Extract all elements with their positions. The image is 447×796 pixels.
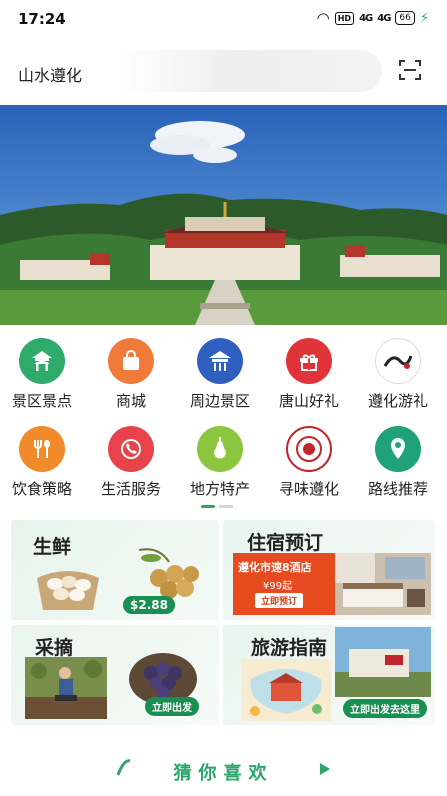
card-title: 住宿预订 xyxy=(247,532,324,554)
card-title: 采摘 xyxy=(35,637,74,659)
fruit-picking-card[interactable]: 采摘 立即出发 xyxy=(11,625,219,725)
xunwei-logo xyxy=(286,426,332,472)
grid-item-label: 周边景区 xyxy=(189,392,250,410)
guess-right-icon xyxy=(320,763,330,775)
grid-item-label: 生活服务 xyxy=(100,480,161,498)
banner-carousel[interactable] xyxy=(0,105,447,325)
card-title: 生鲜 xyxy=(33,536,72,558)
grid-item-local-specialties[interactable]: 地方特产 xyxy=(175,422,265,504)
battery-icon: 66 xyxy=(395,11,415,25)
search-bar[interactable]: 山水遵化 xyxy=(6,50,382,92)
fresh-price-tag: $2.88 xyxy=(123,596,175,614)
status-time: 17:24 xyxy=(18,10,66,28)
fork-spoon-icon xyxy=(19,426,65,472)
grid-item-label: 路线推荐 xyxy=(367,480,428,498)
travel-guide-card[interactable]: 旅游指南 立即出发去这里 xyxy=(223,625,435,725)
picking-person-image xyxy=(25,657,107,719)
signal-4g-2: 4G xyxy=(377,12,391,24)
page-dot-active xyxy=(201,505,215,508)
grid-item-taste-zunhua[interactable]: 寻味遵化 xyxy=(264,422,354,504)
category-grid: 景区景点 商城 周边景区 唐山好礼 遵化游礼 饮食策略 生活服务 地方特产 寻味… xyxy=(0,330,447,505)
guide-go-button[interactable]: 立即出发去这里 xyxy=(343,699,427,718)
search-location-text: 山水遵化 xyxy=(18,66,83,85)
guess-you-like-section: 猜你喜欢 xyxy=(0,745,447,796)
hotel-room-image xyxy=(335,553,431,615)
grid-item-label: 唐山好礼 xyxy=(278,392,339,410)
book-now-button[interactable]: 立即预订 xyxy=(255,593,304,608)
banner-temple-image xyxy=(0,105,447,325)
grid-item-label: 遵化游礼 xyxy=(367,392,428,410)
grid-item-nearby-scenic[interactable]: 周边景区 xyxy=(175,334,265,416)
gift-icon xyxy=(286,338,332,384)
hotel-price: ¥99起 xyxy=(263,581,293,592)
grid-item-life-services[interactable]: 生活服务 xyxy=(86,422,176,504)
grid-item-label: 景区景点 xyxy=(11,392,72,410)
grid-item-mall[interactable]: 商城 xyxy=(86,334,176,416)
fresh-produce-card[interactable]: 生鲜 $2.88 xyxy=(11,520,219,620)
grid-item-label: 寻味遵化 xyxy=(278,480,339,498)
hotel-promo-box: 遵化市速8酒店 ¥99起 立即预订 xyxy=(233,553,337,615)
eggs-image xyxy=(37,571,99,610)
signal-4g-1: 4G xyxy=(359,12,373,24)
header: 山水遵化 xyxy=(0,36,447,106)
pick-go-button[interactable]: 立即出发 xyxy=(145,697,199,716)
hotel-booking-card[interactable]: 住宿预订 遵化市速8酒店 ¥99起 立即预订 xyxy=(223,520,435,620)
card-title: 旅游指南 xyxy=(251,637,328,659)
status-bar: 17:24 ◠ HD 4G 4G 66 ⚡ xyxy=(0,0,447,36)
travel-gift-logo xyxy=(375,338,421,384)
pavilion-icon xyxy=(19,338,65,384)
charging-icon: ⚡ xyxy=(419,10,429,26)
grid-page-indicator xyxy=(201,505,233,508)
grid-item-label: 地方特产 xyxy=(189,480,250,498)
grid-item-label: 饮食策略 xyxy=(11,480,72,498)
grid-item-label: 商城 xyxy=(115,392,146,410)
24h-phone-icon xyxy=(108,426,154,472)
hotel-name: 遵化市速8酒店 xyxy=(238,561,312,574)
grid-item-scenic-spots[interactable]: 景区景点 xyxy=(0,334,87,416)
pear-icon xyxy=(197,426,243,472)
wifi-icon: ◠ xyxy=(316,9,330,27)
shopping-bag-icon xyxy=(108,338,154,384)
grid-item-food-guide[interactable]: 饮食策略 xyxy=(0,422,87,504)
grid-item-zunhua-travel-gifts[interactable]: 遵化游礼 xyxy=(353,334,443,416)
guide-building-image xyxy=(335,627,431,697)
guide-map-image xyxy=(241,659,331,721)
location-pin-icon xyxy=(375,426,421,472)
page-dot xyxy=(219,505,233,508)
status-icons: ◠ HD 4G 4G 66 ⚡ xyxy=(317,9,429,27)
scan-icon[interactable] xyxy=(398,58,422,82)
grid-item-route-recommendations[interactable]: 路线推荐 xyxy=(353,422,443,504)
hd-badge: HD xyxy=(334,11,355,25)
guess-you-like-title: 猜你喜欢 xyxy=(173,763,274,784)
grid-item-tangshan-gifts[interactable]: 唐山好礼 xyxy=(264,334,354,416)
temple-icon xyxy=(197,338,243,384)
